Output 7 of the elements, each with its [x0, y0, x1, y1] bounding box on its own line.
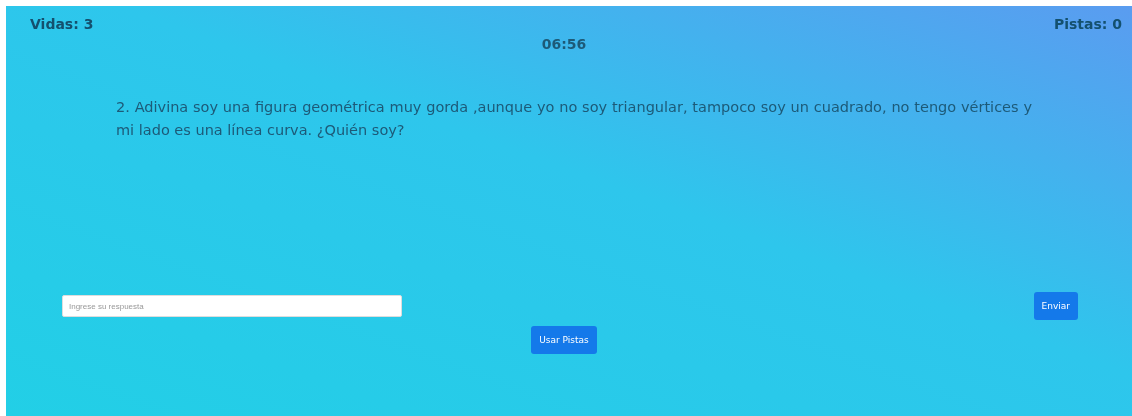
- answer-field[interactable]: Ingrese su respuesta: [62, 295, 402, 317]
- lives-counter: Vidas: 3: [30, 16, 94, 32]
- question-text: 2. Adivina soy una figura geométrica muy gorda ,aunque yo no soy triangular, tampoco soy un cuadrado, no tengo vértices y mi lado es una línea curva. ¿Quién soy?: [116, 98, 1032, 140]
- submit-button[interactable]: Enviar: [1033, 292, 1078, 320]
- use-hints-button[interactable]: Usar Pistas: [531, 326, 597, 354]
- timer: 06:56: [541, 36, 587, 52]
- hints-counter: Pistas: 0: [1053, 16, 1122, 32]
